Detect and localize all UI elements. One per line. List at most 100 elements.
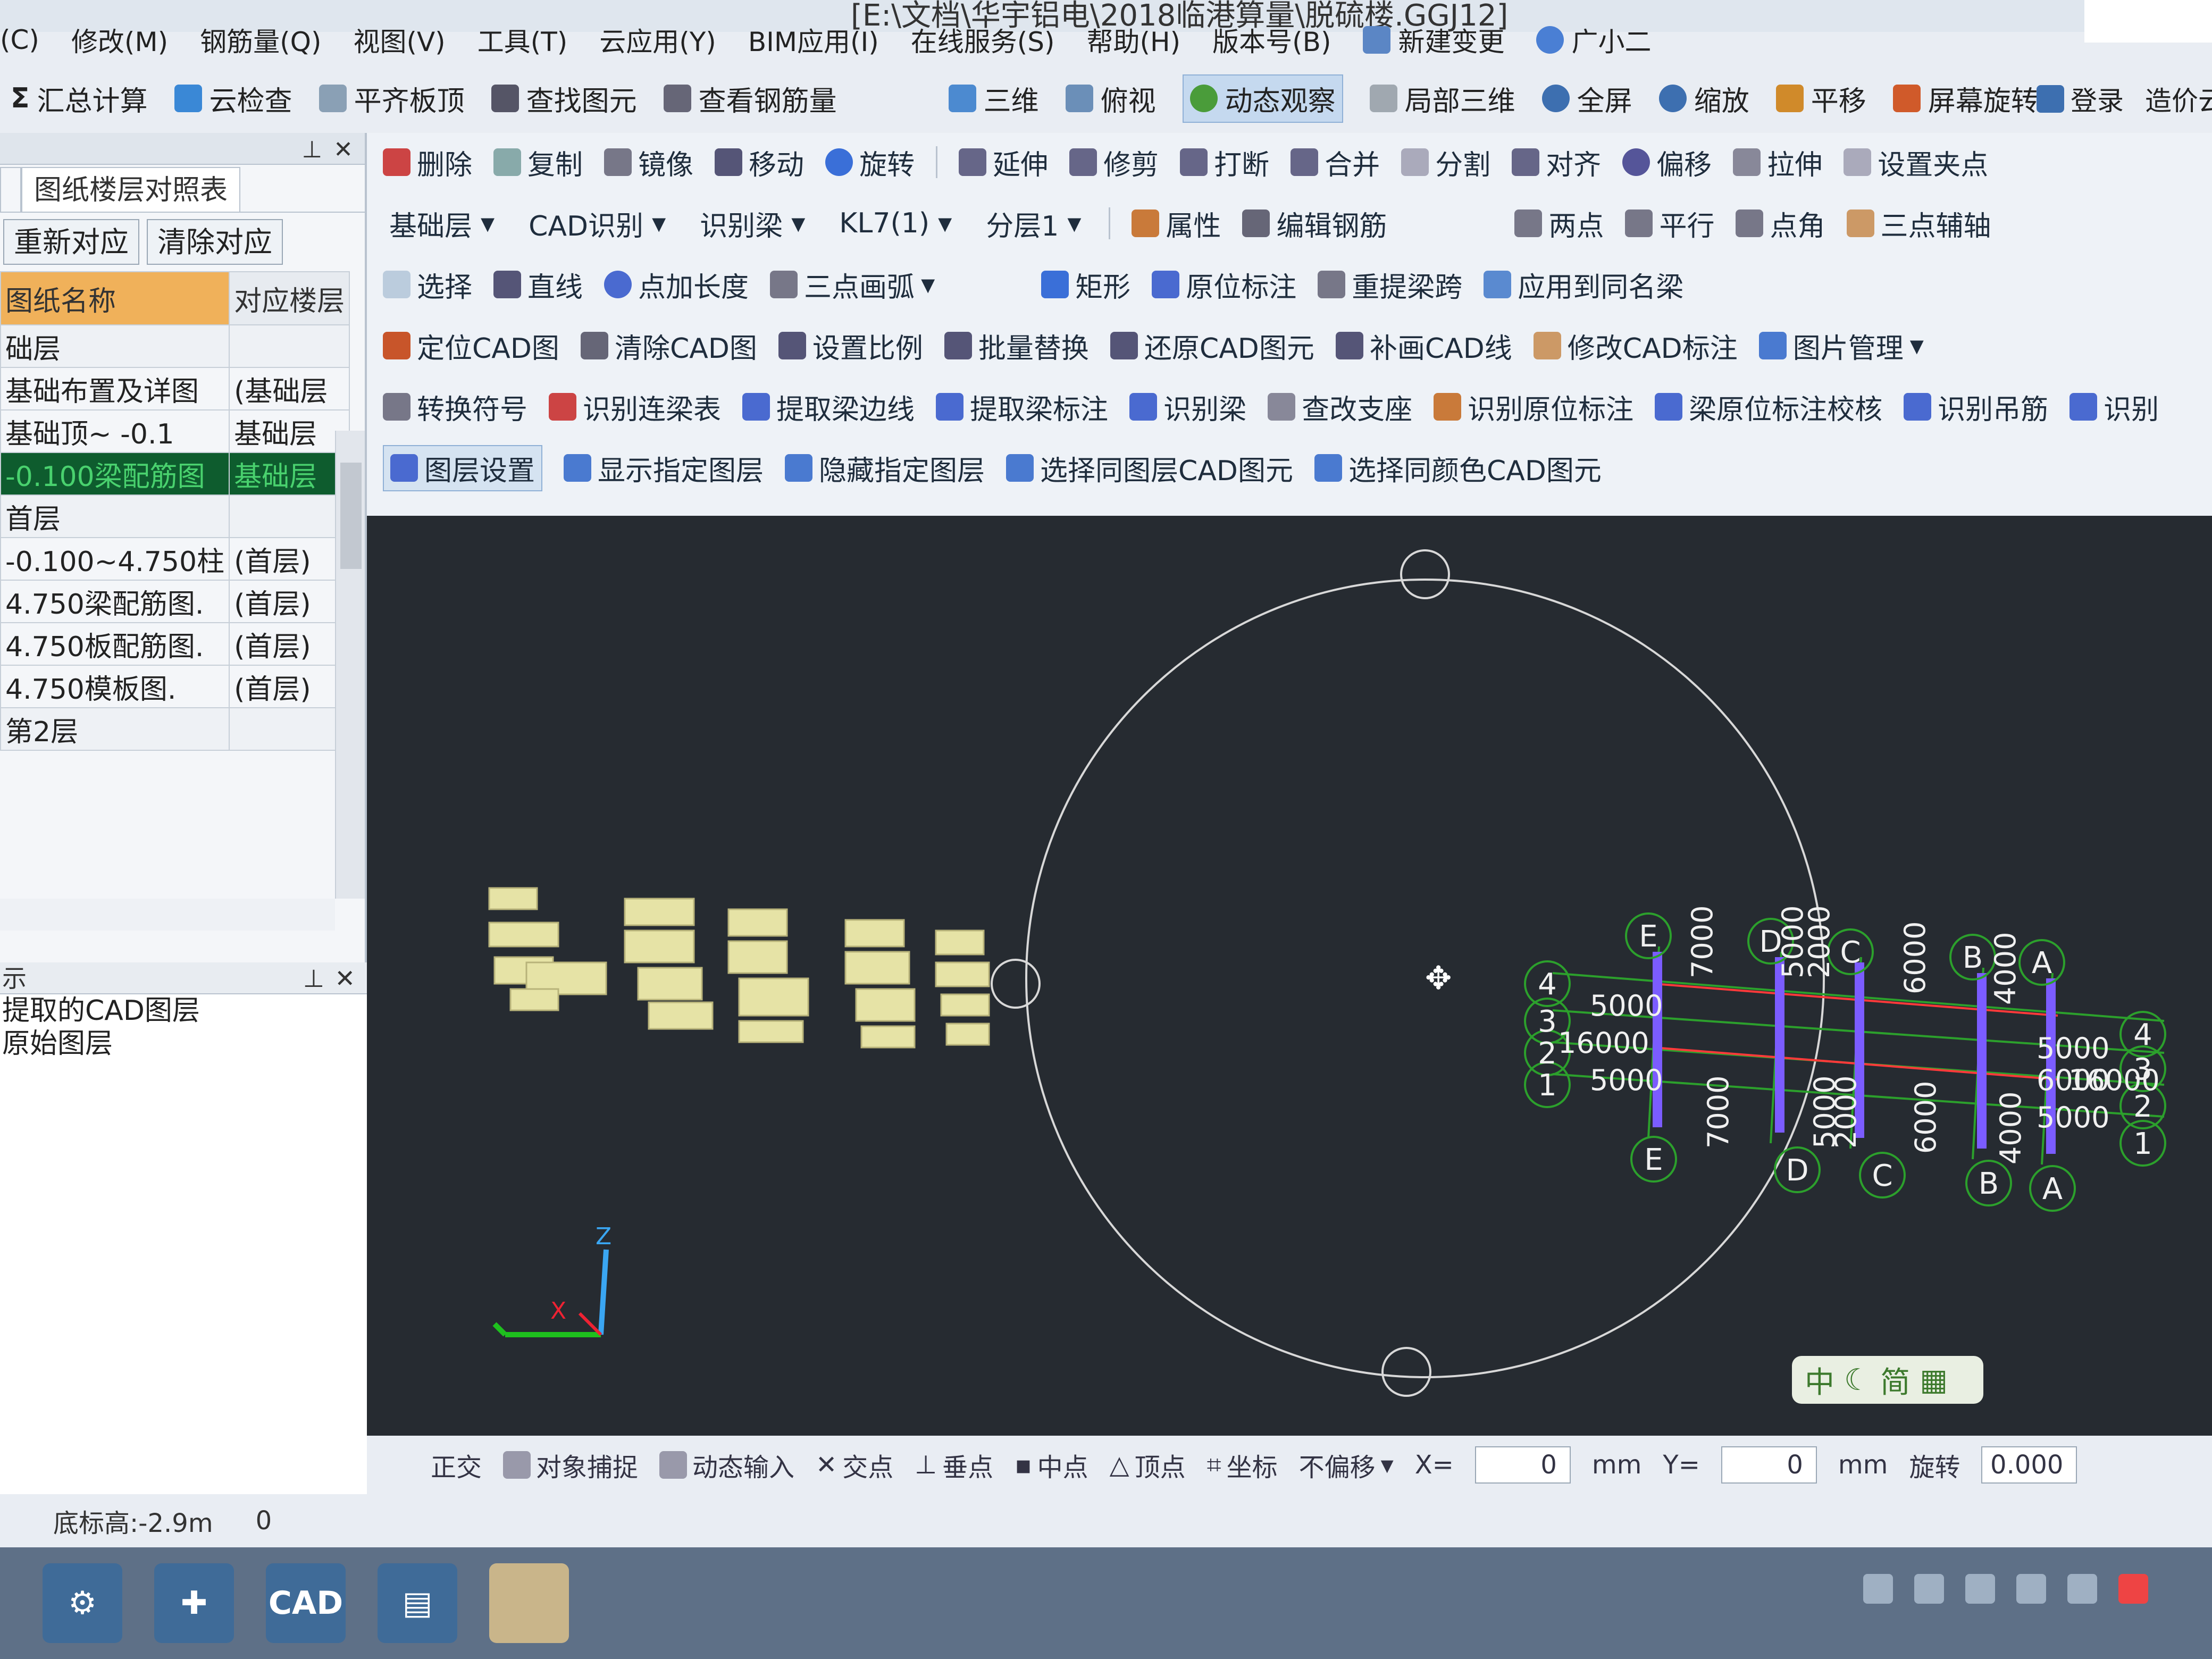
break-button[interactable]: 打断 xyxy=(1180,143,1269,182)
folder-icon[interactable] xyxy=(489,1563,569,1643)
menu-item-bim[interactable]: BIM应用(I) xyxy=(748,21,879,59)
mirror-button[interactable]: 镜像 xyxy=(604,143,693,182)
rotate-input[interactable]: 0.000 xyxy=(1981,1446,2077,1484)
two-point-axis-button[interactable]: 两点 xyxy=(1514,204,1604,244)
properties-button[interactable]: 属性 xyxy=(1132,204,1221,244)
scrollbar-thumb[interactable] xyxy=(340,463,362,569)
restore-cad-button[interactable]: 还原CAD图元 xyxy=(1110,326,1314,366)
floor-select[interactable]: 基础层 ▾ xyxy=(383,204,501,244)
y-input[interactable]: 0 xyxy=(1721,1446,1817,1484)
snap-vertex[interactable]: △ 顶点 xyxy=(1110,1446,1186,1484)
tray-icon[interactable] xyxy=(2016,1574,2046,1604)
security-icon[interactable] xyxy=(2118,1574,2148,1604)
snap-coordinate[interactable]: ⌗ 坐标 xyxy=(1207,1446,1278,1484)
tab-drawing-floor-map[interactable]: 图纸楼层对照表 xyxy=(21,167,241,212)
mode-select[interactable]: CAD识别 ▾ xyxy=(522,204,672,244)
login-button[interactable]: 登录 xyxy=(2037,80,2124,118)
orbit-handle-left[interactable] xyxy=(991,959,1041,1009)
horizontal-scrollbar[interactable] xyxy=(0,899,335,931)
table-row[interactable]: 基础布置及详图 (基础层 xyxy=(0,367,350,410)
copy-button[interactable]: 复制 xyxy=(493,143,583,182)
layer-option-extracted[interactable]: 提取的CAD图层 xyxy=(0,994,367,1027)
delete-button[interactable]: 删除 xyxy=(383,143,472,182)
apply-same-name-button[interactable]: 应用到同名梁 xyxy=(1484,265,1683,305)
sub-mode-select[interactable]: 识别梁 ▾ xyxy=(693,204,811,244)
table-row[interactable]: 基础顶~ -0.1 基础层 xyxy=(0,409,350,453)
column-header-floor[interactable]: 对应楼层 xyxy=(229,271,350,325)
screen-rotate-button[interactable]: 屏幕旋转 xyxy=(1892,79,2039,119)
extract-beam-label-button[interactable]: 提取梁标注 xyxy=(936,387,1108,427)
layer-settings-button[interactable]: 图层设置 xyxy=(383,445,543,491)
table-row[interactable]: -0.100~4.750柱 (首层) xyxy=(0,537,350,581)
point-length-button[interactable]: 点加长度 xyxy=(604,265,749,305)
3d-view-button[interactable]: 三维 xyxy=(948,79,1039,119)
menu-item-cloud[interactable]: 云应用(Y) xyxy=(599,21,716,59)
snap-intersection[interactable]: ✕ 交点 xyxy=(816,1446,893,1484)
menu-item-rebar[interactable]: 钢筋量(Q) xyxy=(200,21,321,59)
taskbar-app-icon[interactable]: ▤ xyxy=(378,1563,457,1643)
price-cloud-link[interactable]: 造价云 xyxy=(2145,80,2212,118)
object-snap-toggle[interactable]: 对象捕捉 xyxy=(503,1446,638,1484)
menu-item-version[interactable]: 版本号(B) xyxy=(1212,21,1331,59)
clear-match-button[interactable]: 清除对应 xyxy=(147,219,283,265)
pan-button[interactable]: 平移 xyxy=(1775,79,1866,119)
taskbar-app-icon[interactable]: ⚙ xyxy=(43,1563,122,1643)
menu-item-assistant[interactable]: 广小二 xyxy=(1536,21,1651,59)
modify-cad-label-button[interactable]: 修改CAD标注 xyxy=(1533,326,1738,366)
clear-cad-button[interactable]: 清除CAD图 xyxy=(580,326,757,366)
menu-item-new-change[interactable]: 新建变更 xyxy=(1363,21,1504,59)
recognize-hanger-button[interactable]: 识别吊筋 xyxy=(1904,387,2048,427)
recognize-in-situ-button[interactable]: 识别原位标注 xyxy=(1434,387,1633,427)
rotate-button[interactable]: 旋转 xyxy=(825,143,915,182)
locate-cad-button[interactable]: 定位CAD图 xyxy=(383,326,559,366)
menu-item-help[interactable]: 帮助(H) xyxy=(1087,21,1181,59)
edit-rebar-button[interactable]: 编辑钢筋 xyxy=(1242,204,1387,244)
select-button[interactable]: 选择 xyxy=(383,265,472,305)
pin-icon[interactable]: ⊥ xyxy=(303,962,324,994)
extend-button[interactable]: 延伸 xyxy=(959,143,1048,182)
convert-symbol-button[interactable]: 转换符号 xyxy=(383,387,527,427)
offset-button[interactable]: 偏移 xyxy=(1622,143,1712,182)
snap-perpendicular[interactable]: ⊥ 垂点 xyxy=(915,1446,993,1484)
menu-item-online[interactable]: 在线服务(S) xyxy=(911,21,1055,59)
set-grip-button[interactable]: 设置夹点 xyxy=(1844,143,1988,182)
recognize-link-beam-table-button[interactable]: 识别连梁表 xyxy=(549,387,721,427)
line-button[interactable]: 直线 xyxy=(493,265,583,305)
view-rebar-qty-button[interactable]: 查看钢筋量 xyxy=(663,79,837,119)
x-input[interactable]: 0 xyxy=(1474,1446,1571,1484)
three-point-arc-button[interactable]: 三点画弧 ▾ xyxy=(770,265,935,305)
split-button[interactable]: 分割 xyxy=(1401,143,1490,182)
column-header-drawing[interactable]: 图纸名称 xyxy=(0,271,230,325)
show-layer-button[interactable]: 显示指定图层 xyxy=(564,448,764,488)
tab-hidden[interactable] xyxy=(0,167,21,212)
stretch-button[interactable]: 拉伸 xyxy=(1733,143,1822,182)
table-row[interactable]: 首层 xyxy=(0,495,350,538)
table-row[interactable]: 4.750梁配筋图. (首层) xyxy=(0,580,350,623)
orbit-button[interactable]: 动态观察 xyxy=(1182,74,1343,123)
table-row[interactable]: 4.750板配筋图. (首层) xyxy=(0,622,350,666)
ime-bar[interactable]: 中 ☾ 简 ▦ xyxy=(1792,1356,1983,1404)
tray-icon[interactable] xyxy=(1863,1574,1893,1604)
network-icon[interactable] xyxy=(1965,1574,1995,1604)
dynamic-input-toggle[interactable]: 动态输入 xyxy=(659,1446,794,1484)
hide-layer-button[interactable]: 隐藏指定图层 xyxy=(785,448,985,488)
check-support-button[interactable]: 查改支座 xyxy=(1268,387,1412,427)
taskbar-app-icon[interactable]: ✚ xyxy=(154,1563,234,1643)
top-view-button[interactable]: 俯视 xyxy=(1065,79,1156,119)
extract-beam-edge-button[interactable]: 提取梁边线 xyxy=(742,387,915,427)
table-row[interactable]: 第2层 xyxy=(0,707,350,751)
align-button[interactable]: 对齐 xyxy=(1512,143,1601,182)
cad-app-icon[interactable]: CAD xyxy=(266,1563,346,1643)
element-select[interactable]: KL7(1) ▾ xyxy=(833,207,958,239)
three-point-axis-button[interactable]: 三点辅轴 xyxy=(1846,204,1991,244)
summary-calc-button[interactable]: Σ 汇总计算 xyxy=(11,79,148,119)
ortho-toggle[interactable]: 正交 xyxy=(431,1446,482,1484)
rematch-button[interactable]: 重新对应 xyxy=(3,219,139,265)
ime-script[interactable]: 简 xyxy=(1880,1359,1910,1402)
table-row-selected[interactable]: -0.100梁配筋图 基础层 xyxy=(0,452,350,496)
offset-select[interactable]: 不偏移 ▾ xyxy=(1299,1446,1394,1484)
cloud-check-button[interactable]: 云检查 xyxy=(174,79,292,119)
align-slab-top-button[interactable]: 平齐板顶 xyxy=(319,79,465,119)
layer-option-original[interactable]: 原始图层 xyxy=(0,1027,367,1060)
re-extract-span-button[interactable]: 重提梁跨 xyxy=(1318,265,1462,305)
